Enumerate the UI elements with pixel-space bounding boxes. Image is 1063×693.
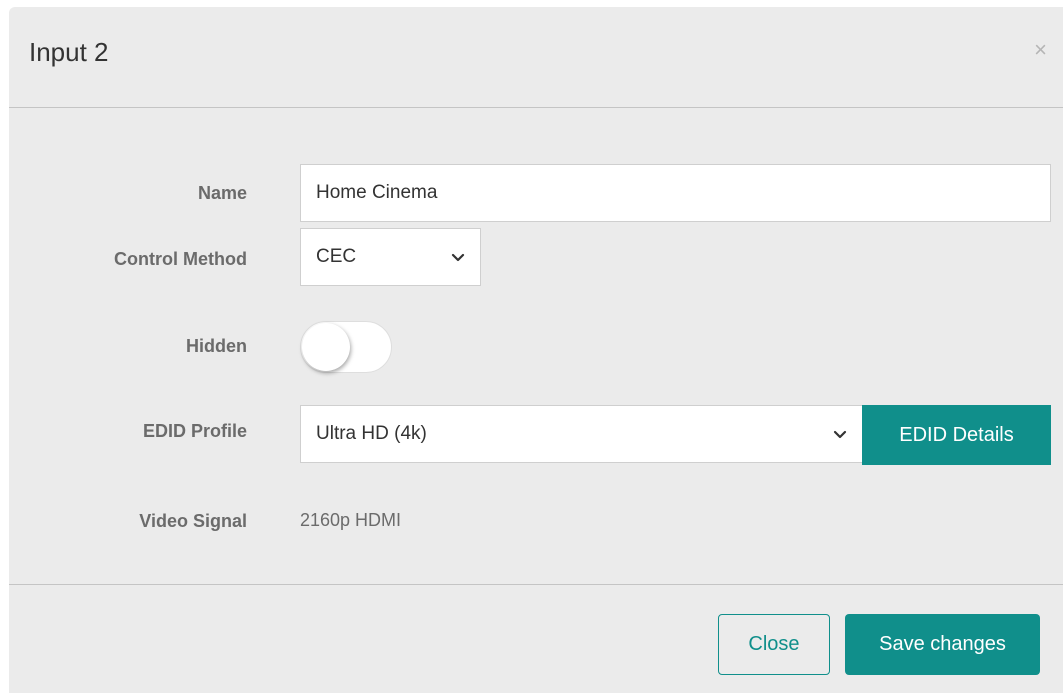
dialog-footer: Close Save changes (9, 584, 1063, 693)
hidden-toggle[interactable] (300, 321, 392, 373)
chevron-down-icon (833, 430, 847, 439)
dialog-header: Input 2 × (9, 7, 1063, 108)
edid-profile-row: EDID Profile Ultra HD (4k) EDID Details (9, 405, 1063, 465)
video-signal-value: 2160p HDMI (300, 510, 402, 530)
input-settings-dialog: Input 2 × Name Home Cinema Control Metho… (9, 7, 1063, 693)
toggle-knob (302, 323, 350, 371)
save-changes-button[interactable]: Save changes (845, 614, 1040, 675)
edid-details-button[interactable]: EDID Details (862, 405, 1051, 465)
edid-profile-value: Ultra HD (4k) (316, 423, 427, 444)
chevron-down-icon (451, 253, 465, 262)
video-signal-row: Video Signal 2160p HDMI (9, 507, 1063, 537)
dialog-title: Input 2 (29, 37, 109, 67)
control-method-value: CEC (316, 246, 357, 267)
edid-profile-label: EDID Profile (142, 421, 247, 441)
dialog-body: Name Home Cinema Control Method CEC Hidd… (9, 109, 1063, 585)
hidden-label: Hidden (186, 336, 247, 356)
video-signal-label: Video Signal (139, 511, 247, 531)
name-input[interactable]: Home Cinema (300, 164, 1051, 222)
hidden-row: Hidden (9, 321, 1063, 373)
control-method-row: Control Method CEC (9, 228, 1063, 313)
close-icon[interactable]: × (1034, 39, 1047, 61)
name-label: Name (197, 183, 247, 203)
control-method-label: Control Method (114, 249, 247, 269)
control-method-select[interactable]: CEC (300, 228, 481, 286)
edid-profile-select[interactable]: Ultra HD (4k) (300, 405, 863, 463)
name-row: Name Home Cinema (9, 164, 1063, 224)
close-button[interactable]: Close (718, 614, 830, 675)
